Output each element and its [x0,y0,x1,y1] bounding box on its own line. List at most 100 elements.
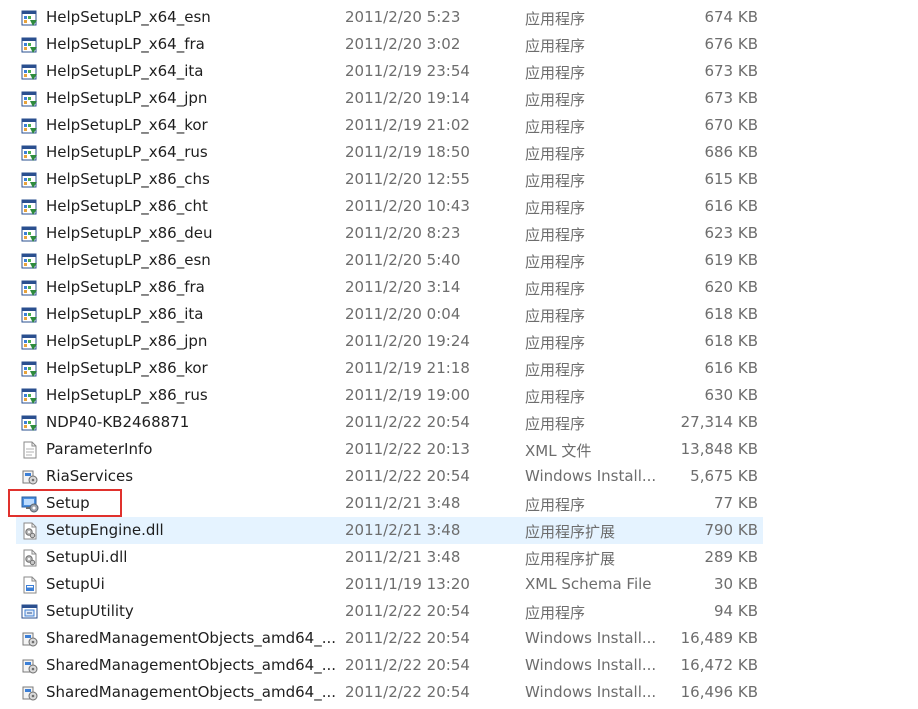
file-date-modified: 2011/2/22 20:13 [345,440,470,458]
file-type: 应用程序 [525,307,586,325]
msi-package-icon [21,657,39,675]
file-name: HelpSetupLP_x64_jpn [46,89,208,107]
installer-exe-icon [21,9,39,27]
file-type: Windows Install... [525,656,657,674]
file-size: 289 KB [704,548,758,566]
file-row[interactable]: HelpSetupLP_x86_deu 2011/2/20 8:23 应用程序 623… [0,220,918,247]
file-row[interactable]: HelpSetupLP_x86_fra 2011/2/20 3:14 应用程序 620… [0,274,918,301]
installer-exe-icon [21,414,39,432]
file-date-modified: 2011/2/19 23:54 [345,62,470,80]
file-row[interactable]: HelpSetupLP_x64_rus 2011/2/19 18:50 应用程序 68… [0,139,918,166]
file-type: 应用程序 [525,145,586,163]
file-size: 27,314 KB [680,413,758,431]
file-type: 应用程序扩展 [525,550,616,568]
file-date-modified: 2011/2/20 3:14 [345,278,461,296]
file-date-modified: 2011/2/22 20:54 [345,413,470,431]
file-name: SetupUi [46,575,105,593]
file-type: XML Schema File [525,575,652,593]
installer-exe-icon [21,198,39,216]
file-row[interactable]: HelpSetupLP_x86_rus 2011/2/19 19:00 应用程序 63… [0,382,918,409]
file-type: 应用程序 [525,280,586,298]
file-date-modified: 2011/2/22 20:54 [345,656,470,674]
file-name: HelpSetupLP_x86_kor [46,359,208,377]
file-row[interactable]: HelpSetupLP_x64_kor 2011/2/19 21:02 应用程序 67… [0,112,918,139]
file-name: HelpSetupLP_x86_rus [46,386,208,404]
file-date-modified: 2011/2/19 18:50 [345,143,470,161]
file-date-modified: 2011/2/21 3:48 [345,521,461,539]
installer-exe-icon [21,90,39,108]
installer-exe-icon [21,63,39,81]
file-row[interactable]: HelpSetupLP_x64_ita 2011/2/19 23:54 应用程序 67… [0,58,918,85]
file-date-modified: 2011/2/20 5:23 [345,8,461,26]
file-date-modified: 2011/2/19 21:02 [345,116,470,134]
file-type: 应用程序 [525,496,586,514]
file-row[interactable]: HelpSetupLP_x64_esn 2011/2/20 5:23 应用程序 674… [0,4,918,31]
file-name: SetupUi.dll [46,548,128,566]
file-row[interactable]: HelpSetupLP_x86_chs 2011/2/20 12:55 应用程序 61… [0,166,918,193]
installer-exe-icon [21,387,39,405]
file-row[interactable]: HelpSetupLP_x86_ita 2011/2/20 0:04 应用程序 618… [0,301,918,328]
file-name: SetupEngine.dll [46,521,164,539]
file-name: HelpSetupLP_x64_ita [46,62,204,80]
file-type: 应用程序 [525,64,586,82]
file-type: 应用程序 [525,388,586,406]
file-name: SharedManagementObjects_amd64_... [46,629,337,647]
file-size: 16,496 KB [680,683,758,701]
file-name: HelpSetupLP_x64_esn [46,8,211,26]
file-row[interactable]: SharedManagementObjects_amd64_... 2011/2/… [0,625,918,652]
installer-exe-icon [21,279,39,297]
file-name: NDP40-KB2468871 [46,413,190,431]
file-size: 676 KB [704,35,758,53]
file-row[interactable]: HelpSetupLP_x86_esn 2011/2/20 5:40 应用程序 619… [0,247,918,274]
file-row[interactable]: SetupUi 2011/1/19 13:20 XML Schema File 30 … [0,571,918,598]
file-size: 620 KB [704,278,758,296]
file-date-modified: 2011/2/22 20:54 [345,629,470,647]
file-type: Windows Install... [525,629,657,647]
file-size: 618 KB [704,332,758,350]
msi-package-icon [21,684,39,702]
file-row[interactable]: NDP40-KB2468871 2011/2/22 20:54 应用程序 27,314… [0,409,918,436]
file-name: HelpSetupLP_x86_jpn [46,332,208,350]
file-type: 应用程序 [525,172,586,190]
xsd-file-icon [21,576,39,594]
file-name: HelpSetupLP_x86_deu [46,224,213,242]
installer-exe-icon [21,225,39,243]
file-date-modified: 2011/2/22 20:54 [345,602,470,620]
file-row[interactable]: HelpSetupLP_x86_kor 2011/2/19 21:18 应用程序 61… [0,355,918,382]
file-row[interactable]: HelpSetupLP_x86_jpn 2011/2/20 19:24 应用程序 61… [0,328,918,355]
file-row[interactable]: SetupEngine.dll 2011/2/21 3:48 应用程序扩展 790 K… [0,517,918,544]
file-type: 应用程序 [525,37,586,55]
highlight-box-setup [8,489,122,517]
file-row[interactable]: ParameterInfo 2011/2/22 20:13 XML 文件 13,848… [0,436,918,463]
file-row[interactable]: SharedManagementObjects_amd64_... 2011/2/… [0,679,918,706]
file-type: 应用程序 [525,91,586,109]
file-date-modified: 2011/2/19 19:00 [345,386,470,404]
file-row[interactable]: HelpSetupLP_x64_jpn 2011/2/20 19:14 应用程序 67… [0,85,918,112]
file-size: 616 KB [704,197,758,215]
file-row[interactable]: RiaServices 2011/2/22 20:54 Windows Instal… [0,463,918,490]
file-date-modified: 2011/2/20 3:02 [345,35,461,53]
installer-exe-icon [21,117,39,135]
file-size: 623 KB [704,224,758,242]
file-size: 673 KB [704,62,758,80]
file-date-modified: 2011/1/19 13:20 [345,575,470,593]
file-row[interactable]: SharedManagementObjects_amd64_... 2011/2/… [0,652,918,679]
file-name: HelpSetupLP_x86_chs [46,170,210,188]
file-size: 16,489 KB [680,629,758,647]
file-name: SharedManagementObjects_amd64_... [46,683,337,701]
file-date-modified: 2011/2/21 3:48 [345,494,461,512]
file-name: SetupUtility [46,602,134,620]
file-row[interactable]: Setup 2011/2/21 3:48 应用程序 77 KB [0,490,918,517]
file-row[interactable]: SetupUtility 2011/2/22 20:54 应用程序 94 KB [0,598,918,625]
file-size: 674 KB [704,8,758,26]
file-type: 应用程序 [525,199,586,217]
file-row[interactable]: SetupUi.dll 2011/2/21 3:48 应用程序扩展 289 KB [0,544,918,571]
file-type: XML 文件 [525,442,592,460]
file-row[interactable]: HelpSetupLP_x64_fra 2011/2/20 3:02 应用程序 676… [0,31,918,58]
file-type: 应用程序 [525,226,586,244]
utility-exe-icon [21,603,39,621]
file-date-modified: 2011/2/22 20:54 [345,467,470,485]
file-name: RiaServices [46,467,134,485]
file-size: 790 KB [704,521,758,539]
file-row[interactable]: HelpSetupLP_x86_cht 2011/2/20 10:43 应用程序 61… [0,193,918,220]
